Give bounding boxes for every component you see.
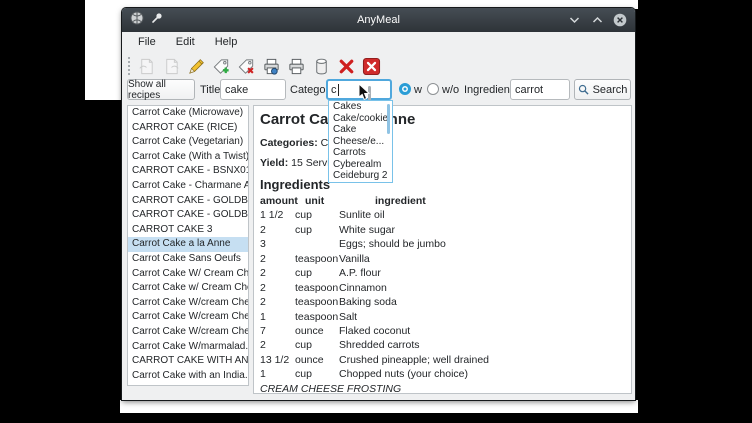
without-radio-label: w/o: [442, 79, 459, 100]
search-icon: [578, 84, 589, 95]
category-option[interactable]: Ceideburg 2: [329, 170, 392, 182]
category-dropdown: CakesCake/cookieCakeCheese/e...CarrotsCy…: [328, 100, 393, 183]
category-option[interactable]: Carrots: [329, 147, 392, 159]
print-preview-icon[interactable]: [259, 54, 284, 78]
background-margin: [85, 0, 123, 100]
background-margin: [120, 400, 638, 413]
titlebar[interactable]: AnyMeal: [122, 8, 635, 32]
category-option[interactable]: Cheese/e...: [329, 136, 392, 148]
ingredients-heading: Ingredients: [260, 177, 330, 192]
recipe-view: Carrot Cake a la Anne Categories: Cake Y…: [253, 105, 632, 394]
import-file-icon[interactable]: [134, 54, 159, 78]
ingredient-row: 2cupA.P. flour: [260, 266, 620, 280]
toolbar-handle[interactable]: [128, 57, 130, 75]
with-radio[interactable]: [399, 83, 411, 95]
recipe-list-item[interactable]: Carrot Cake (Microwave): [128, 106, 248, 121]
menu-help[interactable]: Help: [205, 34, 248, 50]
add-tag-icon[interactable]: [209, 54, 234, 78]
recipe-list-item[interactable]: Carrot Cake (Vegetarian): [128, 135, 248, 150]
toolbar: [122, 52, 635, 80]
edit-recipe-icon[interactable]: [184, 54, 209, 78]
search-button[interactable]: Search: [574, 79, 631, 100]
export-file-icon[interactable]: [159, 54, 184, 78]
ingredient-row: 2cupWhite sugar: [260, 223, 620, 237]
without-radio[interactable]: [427, 83, 439, 95]
recipe-list-item[interactable]: CARROT CAKE 3: [128, 223, 248, 238]
ingredient-row: 7ounceFlaked coconut: [260, 324, 620, 338]
title-label: Title: [200, 79, 220, 100]
dropdown-scrollbar[interactable]: [387, 104, 390, 134]
recipe-list-item[interactable]: Carrot Cake W/marmalad...: [128, 340, 248, 355]
mouse-cursor: [358, 83, 372, 106]
app-icon: [130, 11, 144, 30]
recipe-list-item[interactable]: Carrot Cake with an India...: [128, 369, 248, 384]
menubar: FileEditHelp: [122, 32, 635, 52]
ingredient-row: 2cupShredded carrots: [260, 338, 620, 352]
ingredient-row: 13 1/2ounceCrushed pineapple; well drain…: [260, 353, 620, 367]
ingredient-row: 1cupChopped nuts (your choice): [260, 367, 620, 381]
recipe-list-item[interactable]: Carrot Cake W/cream Che...: [128, 296, 248, 311]
ingredient-row: 2teaspoonCinnamon: [260, 281, 620, 295]
ingredient-row: 1teaspoonSalt: [260, 310, 620, 324]
category-option[interactable]: Cake/cookie: [329, 113, 392, 125]
maximize-icon[interactable]: [590, 13, 604, 27]
quit-icon[interactable]: [359, 54, 384, 78]
ingredient-row: 1 1/2cupSunlite oil: [260, 208, 620, 222]
ingredient-label: Ingredient: [464, 79, 513, 100]
recipe-list-item[interactable]: CARROT CAKE - BSNX01A: [128, 164, 248, 179]
ingredients-header-row: amountunitingredient: [260, 194, 620, 208]
recipe-list-item[interactable]: Carrot Cake (With a Twist): [128, 150, 248, 165]
database-icon[interactable]: [309, 54, 334, 78]
recipe-list-item[interactable]: Carrot Cake W/cream Che...: [128, 325, 248, 340]
ingredient-row: 2teaspoonBaking soda: [260, 295, 620, 309]
ingredient-section-header: CREAM CHEESE FROSTING: [260, 382, 620, 394]
menu-file[interactable]: File: [128, 34, 166, 50]
ingredient-row: 3Eggs; should be jumbo: [260, 237, 620, 251]
minimize-icon[interactable]: [567, 13, 581, 27]
print-icon[interactable]: [284, 54, 309, 78]
recipe-list-item[interactable]: Carrot Cake W/cream Che...: [128, 310, 248, 325]
show-all-recipes-button[interactable]: Show all recipes: [127, 79, 195, 100]
recipe-list-item[interactable]: Carrot Cake W/ Cream Ch...: [128, 267, 248, 282]
menu-edit[interactable]: Edit: [166, 34, 205, 50]
close-icon[interactable]: [613, 13, 627, 27]
ingredient-row: 2teaspoonVanilla: [260, 252, 620, 266]
desktop-background: AnyMeal: [0, 0, 752, 423]
category-option[interactable]: Cyberealm: [329, 159, 392, 171]
pin-icon[interactable]: [151, 11, 163, 29]
recipe-list-item[interactable]: Carrot Cake Sans Oeufs: [128, 252, 248, 267]
window-title: AnyMeal: [122, 14, 635, 26]
ingredient-input[interactable]: carrot: [510, 79, 570, 100]
anymeal-window: AnyMeal: [122, 8, 635, 400]
recipe-list-item[interactable]: Carrot Cake w/ Cream Che...: [128, 281, 248, 296]
delete-recipe-icon[interactable]: [334, 54, 359, 78]
remove-tag-icon[interactable]: [234, 54, 259, 78]
recipe-list-item[interactable]: CARROT CAKE - GOLDBECK: [128, 194, 248, 209]
recipe-list-item[interactable]: Carrot Cake a la Anne: [128, 237, 248, 252]
with-radio-label: w: [414, 79, 422, 100]
recipe-list: Carrot Cake (Microwave)CARROT CAKE (RICE…: [127, 105, 249, 386]
recipe-list-item[interactable]: CARROT CAKE WITH AN I...: [128, 354, 248, 369]
ingredients-table: amountunitingredient1 1/2cupSunlite oil2…: [260, 194, 620, 394]
recipe-list-item[interactable]: CARROT CAKE - GOLDBECK: [128, 208, 248, 223]
title-input[interactable]: cake: [220, 79, 286, 100]
recipe-list-item[interactable]: Carrot Cake - Charmane A...: [128, 179, 248, 194]
recipe-list-item[interactable]: CARROT CAKE (RICE): [128, 121, 248, 136]
text-caret: [338, 84, 339, 96]
category-option[interactable]: Cake: [329, 124, 392, 136]
